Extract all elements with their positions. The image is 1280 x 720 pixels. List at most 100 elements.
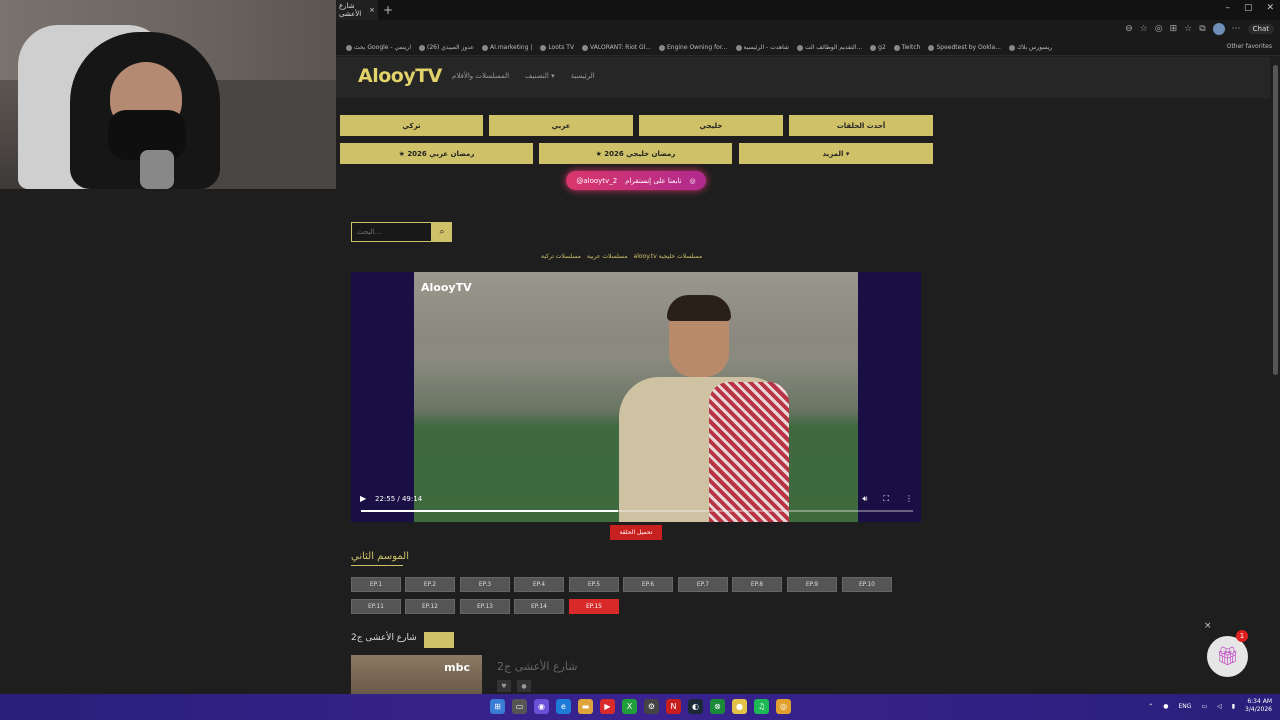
bookmark[interactable]: g2 bbox=[870, 44, 886, 51]
volume-tray-icon[interactable]: ◁ bbox=[1217, 703, 1222, 710]
taskbar-clock[interactable]: 6:34 AM 3/4/2026 bbox=[1245, 698, 1272, 714]
steam-icon[interactable]: ◐ bbox=[688, 699, 703, 714]
breadcrumb-arabic[interactable]: مسلسلات عربية bbox=[587, 253, 628, 260]
chrome-icon[interactable]: ◎ bbox=[776, 699, 791, 714]
browser-tab[interactable]: شارع الأعشى × bbox=[336, 0, 378, 20]
tab-title: شارع الأعشى bbox=[339, 2, 362, 18]
chat-button[interactable]: Chat bbox=[1247, 24, 1274, 34]
bookmark[interactable]: عدوز الصيدي (26) bbox=[419, 44, 474, 51]
tray-chevron-icon[interactable]: ⌃ bbox=[1148, 703, 1153, 710]
bookmark[interactable]: بحث Google - ارينمي bbox=[346, 44, 411, 51]
bookmark[interactable]: Speedtest by Ookla... bbox=[928, 44, 1001, 51]
site-logo[interactable]: AlooyTV bbox=[358, 65, 442, 87]
progress-bar[interactable] bbox=[361, 510, 913, 512]
episode-button[interactable]: EP.1 bbox=[351, 577, 401, 592]
excel-icon[interactable]: X bbox=[622, 699, 637, 714]
bookmark[interactable]: VALORANT: Riot Gl... bbox=[582, 44, 651, 51]
play-icon[interactable]: ▶ bbox=[360, 494, 366, 503]
widget-close-icon[interactable]: × bbox=[1204, 621, 1212, 631]
category-more-button[interactable]: المزيد ▾ bbox=[739, 143, 933, 164]
bookmark[interactable]: AI.marketing | bbox=[482, 44, 532, 51]
fullscreen-icon[interactable]: ⛶ bbox=[883, 494, 889, 504]
video-player[interactable]: AlooyTV ▶ 22:55 / 49:14 🔊︎ ⛶ ⋮ bbox=[351, 272, 921, 522]
time-display: 22:55 / 49:14 bbox=[375, 495, 423, 503]
category-arabic-button[interactable]: عربي bbox=[489, 115, 633, 136]
battery-icon[interactable]: ▮ bbox=[1232, 703, 1235, 710]
gift-widget-button[interactable]: 🎁︎ bbox=[1207, 636, 1248, 677]
category-ramadan-gulf-button[interactable]: ★ رمضان خليجي 2026 bbox=[539, 143, 732, 164]
series-card-thumbnail[interactable]: mbc bbox=[351, 655, 482, 694]
category-turkish-button[interactable]: تركي bbox=[340, 115, 483, 136]
search-input[interactable] bbox=[351, 222, 432, 242]
minimize-button[interactable]: – bbox=[1225, 3, 1230, 13]
search-button[interactable]: ⌕ bbox=[432, 222, 452, 242]
nav-item-home[interactable]: الرئيسية bbox=[571, 72, 595, 80]
extension-icon[interactable]: ◎ bbox=[1155, 24, 1163, 34]
file-explorer-icon[interactable]: ▬ bbox=[578, 699, 593, 714]
episode-button[interactable]: EP.3 bbox=[460, 577, 510, 592]
series-card-title[interactable]: شارع الأعشى ج2 bbox=[497, 660, 577, 673]
zoom-icon[interactable]: ⊖ bbox=[1125, 24, 1133, 34]
youtube-icon[interactable]: ▶ bbox=[600, 699, 615, 714]
spotify-icon[interactable]: ♫ bbox=[754, 699, 769, 714]
address-bar[interactable]: ⊖ ☆ ◎ ⊞ ☆ ⧉ ⋯ Chat bbox=[336, 20, 1280, 40]
instagram-follow-button[interactable]: @alooytv_2 تابعنا على إنستقرام ◎ bbox=[566, 171, 706, 190]
tab-close-icon[interactable]: × bbox=[369, 6, 375, 14]
favorites-icon[interactable]: ☆ bbox=[1184, 24, 1192, 34]
other-favorites[interactable]: Other favorites bbox=[1227, 43, 1272, 50]
bookmark[interactable]: Twitch bbox=[893, 44, 920, 51]
edge-icon[interactable]: e bbox=[556, 699, 571, 714]
language-indicator[interactable]: ENG bbox=[1179, 703, 1192, 710]
category-latest-button[interactable]: أحدث الحلقات bbox=[789, 115, 933, 136]
more-options-icon[interactable]: ⋮ bbox=[905, 494, 913, 504]
xbox-icon[interactable]: ⊗ bbox=[710, 699, 725, 714]
netflix-icon[interactable]: N bbox=[666, 699, 681, 714]
nav-item-series-movies[interactable]: المسلسلات والأفلام bbox=[452, 72, 509, 80]
new-tab-button[interactable]: + bbox=[378, 3, 398, 17]
episode-button[interactable]: EP.15 bbox=[569, 599, 619, 614]
network-icon[interactable]: ▭ bbox=[1201, 703, 1207, 710]
mic-icon[interactable]: ● bbox=[1163, 703, 1168, 710]
episode-button[interactable]: EP.13 bbox=[460, 599, 510, 614]
episode-button[interactable]: EP.9 bbox=[787, 577, 837, 592]
download-episode-button[interactable]: تحميل الحلقة bbox=[610, 525, 662, 540]
settings-icon[interactable]: ⚙ bbox=[644, 699, 659, 714]
menu-icon[interactable]: ⋯ bbox=[1232, 24, 1241, 34]
start-icon[interactable]: ⊞ bbox=[490, 699, 505, 714]
episode-button[interactable]: EP.2 bbox=[405, 577, 455, 592]
episode-button[interactable]: EP.7 bbox=[678, 577, 728, 592]
bookmark[interactable]: ريسورس بلاك bbox=[1008, 44, 1052, 51]
copilot-icon[interactable]: ◉ bbox=[534, 699, 549, 714]
nav-item-categories[interactable]: التصنيف ▾ bbox=[525, 72, 554, 80]
episode-button[interactable]: EP.11 bbox=[351, 599, 401, 614]
task-view-icon[interactable]: ▭ bbox=[512, 699, 527, 714]
episode-button[interactable]: EP.14 bbox=[514, 599, 564, 614]
breadcrumb-gulf[interactable]: alooy.tv مسلسلات خليجية bbox=[634, 253, 703, 260]
episode-button[interactable]: EP.10 bbox=[842, 577, 892, 592]
category-gulf-button[interactable]: خليجي bbox=[639, 115, 783, 136]
category-ramadan-arabic-button[interactable]: ★ رمضان عربي 2026 bbox=[340, 143, 533, 164]
app-icon[interactable]: ● bbox=[732, 699, 747, 714]
maximize-button[interactable]: ▢ bbox=[1244, 3, 1253, 13]
episode-button[interactable]: EP.6 bbox=[623, 577, 673, 592]
volume-icon[interactable]: 🔊︎ bbox=[862, 494, 867, 504]
page-scrollbar[interactable] bbox=[1271, 57, 1280, 694]
split-icon[interactable]: ⊞ bbox=[1170, 24, 1178, 34]
episode-button[interactable]: EP.5 bbox=[569, 577, 619, 592]
info-icon[interactable]: ● bbox=[517, 680, 531, 692]
profile-avatar[interactable] bbox=[1212, 23, 1225, 35]
bookmark[interactable]: Engine Owning for... bbox=[658, 44, 728, 51]
star-icon[interactable]: ☆ bbox=[1140, 24, 1148, 34]
gift-badge: 1 bbox=[1236, 630, 1248, 642]
episode-button[interactable]: EP.8 bbox=[732, 577, 782, 592]
heart-icon[interactable]: ♥ bbox=[497, 680, 511, 692]
collections-icon[interactable]: ⧉ bbox=[1199, 24, 1205, 34]
video-frame[interactable]: AlooyTV bbox=[414, 272, 858, 522]
close-window-button[interactable]: ✕ bbox=[1266, 3, 1274, 13]
episode-button[interactable]: EP.12 bbox=[405, 599, 455, 614]
breadcrumb-turkish[interactable]: مسلسلات تركية bbox=[541, 253, 581, 260]
bookmark[interactable]: Loots TV bbox=[540, 44, 574, 51]
bookmark[interactable]: التقديم الوظائف الت... bbox=[796, 44, 862, 51]
episode-button[interactable]: EP.4 bbox=[514, 577, 564, 592]
bookmark[interactable]: شاهدت - الرئيسية bbox=[735, 44, 789, 51]
